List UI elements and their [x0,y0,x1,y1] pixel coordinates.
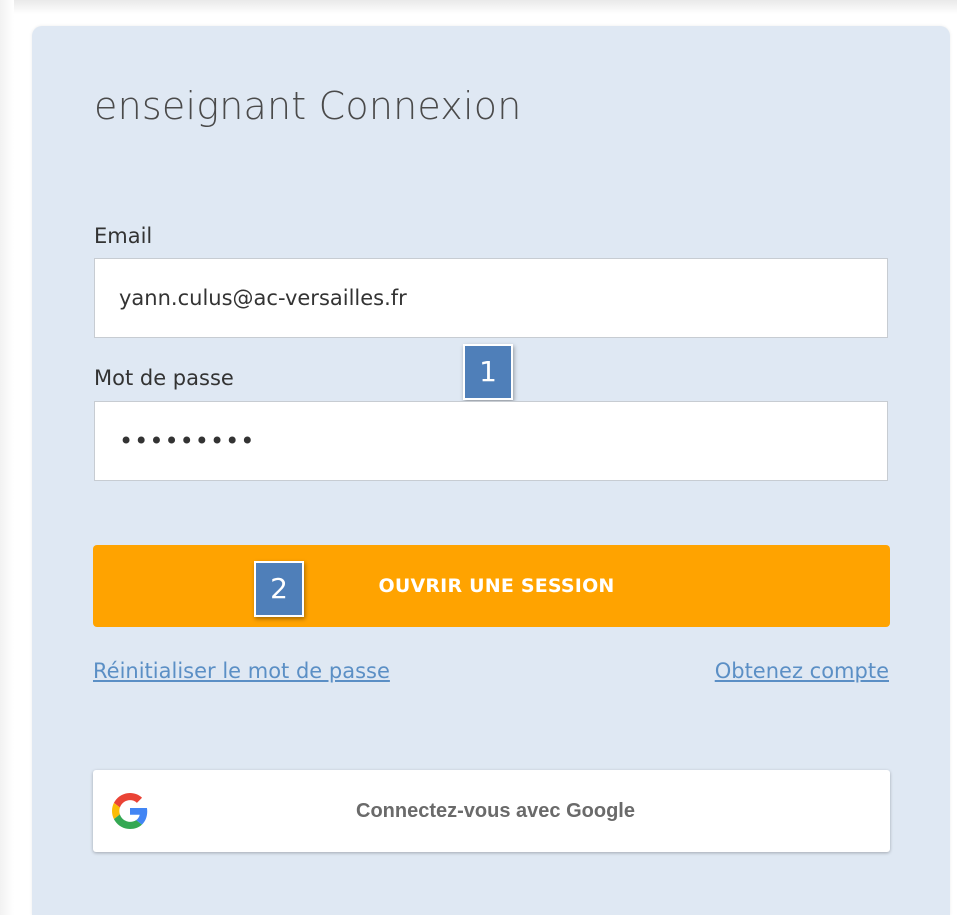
reset-password-link[interactable]: Réinitialiser le mot de passe [93,659,390,683]
login-button-label: OUVRIR UNE SESSION [378,575,615,597]
login-button[interactable]: OUVRIR UNE SESSION [93,545,890,627]
callout-badge-2: 2 [254,561,304,617]
get-account-link[interactable]: Obtenez compte [715,659,889,683]
password-value: ••••••••• [119,427,256,455]
email-value: yann.culus@ac-versailles.fr [119,286,407,310]
email-label: Email [94,224,153,248]
window-left-edge [0,0,14,915]
password-field[interactable]: ••••••••• [94,401,888,481]
email-field[interactable]: yann.culus@ac-versailles.fr [94,258,888,338]
window-top-edge [0,0,957,14]
callout-badge-1: 1 [463,344,513,400]
google-signin-label: Connectez-vous avec Google [356,800,635,822]
google-signin-button[interactable]: Connectez-vous avec Google [93,770,890,852]
password-label: Mot de passe [94,366,234,390]
page-title: enseignant Connexion [94,84,522,128]
